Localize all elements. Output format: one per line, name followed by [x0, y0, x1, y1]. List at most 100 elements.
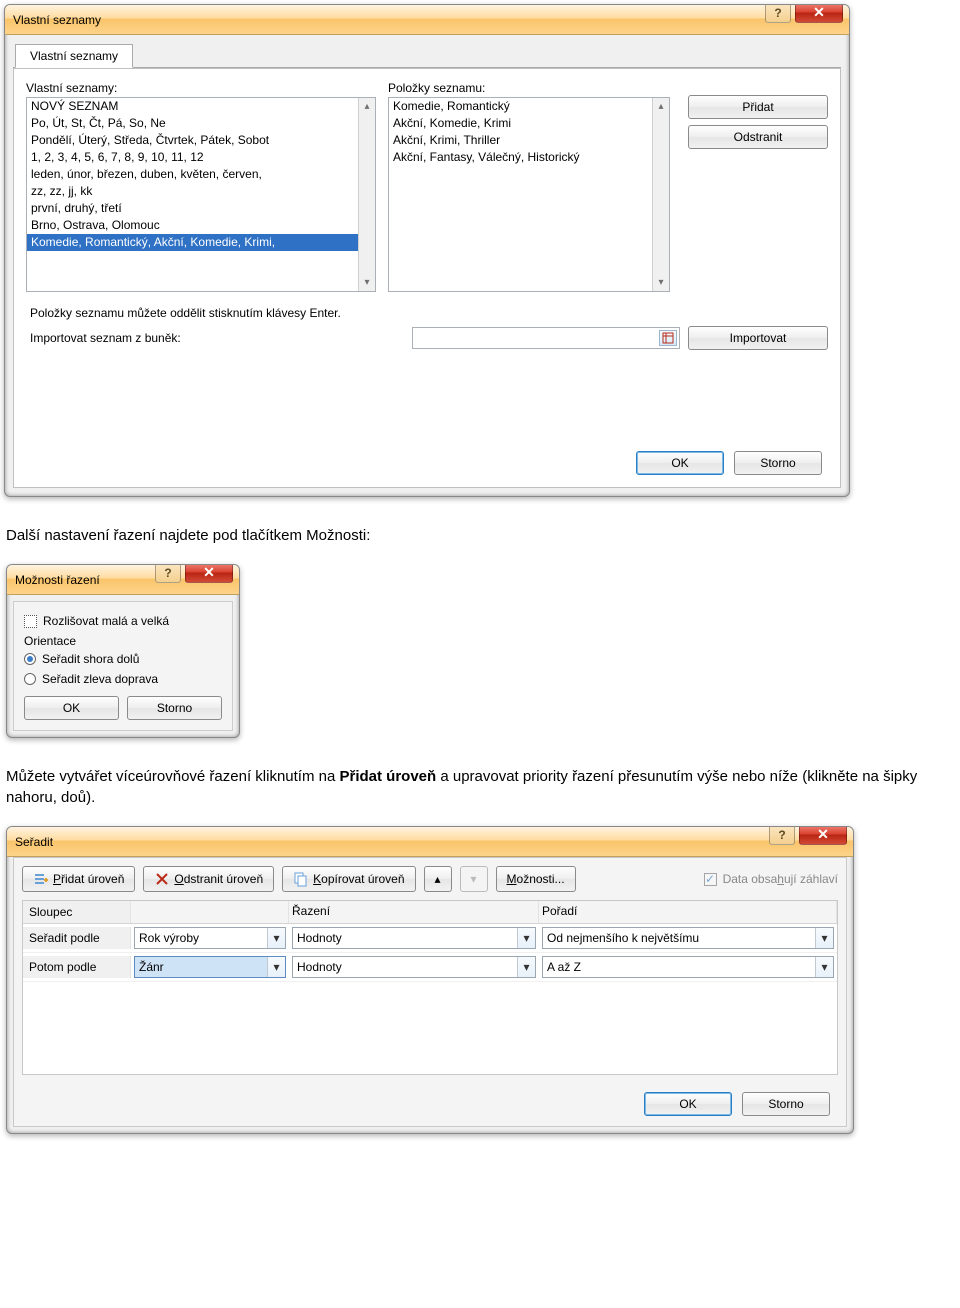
- options-button[interactable]: Možnosti...: [496, 866, 576, 892]
- button-label: OK: [63, 701, 80, 715]
- case-sensitive-checkbox[interactable]: Rozlišovat malá a velká: [24, 614, 222, 628]
- dialog-title: Seřadit: [15, 835, 53, 849]
- copy-icon: [293, 871, 309, 887]
- titlebar[interactable]: Seřadit ? ✕: [7, 827, 853, 857]
- label-import: Importovat seznam z buněk:: [30, 331, 181, 345]
- list-item[interactable]: 1, 2, 3, 4, 5, 6, 7, 8, 9, 10, 11, 12: [27, 149, 375, 166]
- add-button[interactable]: Přidat: [688, 95, 828, 119]
- titlebar[interactable]: Možnosti řazení ? ✕: [7, 565, 239, 595]
- add-level-button[interactable]: Přidat úroveň: [22, 866, 135, 892]
- chevron-down-icon: ▾: [267, 928, 285, 948]
- scrollbar[interactable]: ▴ ▾: [358, 98, 375, 291]
- copy-level-button[interactable]: Kopírovat úroveň: [282, 866, 415, 892]
- scroll-up-icon[interactable]: ▴: [359, 98, 375, 115]
- radio-label: Seřadit zleva doprava: [42, 672, 158, 686]
- custom-lists-listbox[interactable]: NOVÝ SEZNAMPo, Út, St, Čt, Pá, So, NePon…: [26, 97, 376, 292]
- button-label: Kopírovat úroveň: [313, 872, 404, 886]
- label-list-entries: Položky seznamu:: [388, 81, 670, 95]
- list-item[interactable]: zz, zz, jj, kk: [27, 183, 375, 200]
- remove-button[interactable]: Odstranit: [688, 125, 828, 149]
- row-label: Potom podle: [23, 956, 131, 978]
- import-range-input[interactable]: [412, 327, 680, 349]
- table-row: Seřadit podleRok výroby▾Hodnoty▾Od nejme…: [23, 924, 837, 953]
- list-item[interactable]: NOVÝ SEZNAM: [27, 98, 375, 115]
- body-text-2: Můžete vytvářet víceúrovňové řazení klik…: [6, 766, 954, 808]
- dialog-title: Možnosti řazení: [15, 573, 100, 587]
- chevron-down-icon: ▾: [815, 928, 833, 948]
- radio-label: Seřadit shora dolů: [42, 652, 139, 666]
- cancel-button[interactable]: Storno: [734, 451, 822, 475]
- button-label: OK: [671, 456, 688, 470]
- data-has-headers-checkbox[interactable]: ✓ Data obsahují záhlaví: [704, 872, 838, 886]
- list-item[interactable]: Komedie, Romantický, Akční, Komedie, Kri…: [27, 234, 375, 251]
- chevron-down-icon: ▾: [267, 957, 285, 977]
- checkbox-box: [24, 615, 37, 628]
- order-select[interactable]: A až Z▾: [542, 956, 834, 978]
- scrollbar[interactable]: ▴ ▾: [652, 98, 669, 291]
- ok-button[interactable]: OK: [644, 1092, 732, 1116]
- button-label: Storno: [760, 456, 795, 470]
- sort-levels-grid: Sloupec Řazení Pořadí Seřadit podleRok v…: [22, 900, 838, 1075]
- range-picker-icon[interactable]: [659, 330, 677, 346]
- combo-value: Od nejmenšího k největšímu: [547, 931, 699, 945]
- body-text-1: Další nastavení řazení najdete pod tlačí…: [6, 525, 954, 546]
- ok-button[interactable]: OK: [636, 451, 724, 475]
- order-select[interactable]: Od nejmenšího k největšímu ▾: [542, 927, 834, 949]
- chevron-down-icon: ▾: [815, 957, 833, 977]
- list-item[interactable]: Brno, Ostrava, Olomouc: [27, 217, 375, 234]
- list-item[interactable]: Pondělí, Úterý, Středa, Čtvrtek, Pátek, …: [27, 132, 375, 149]
- column-select[interactable]: Žánr▾: [134, 956, 286, 978]
- add-level-icon: [33, 871, 49, 887]
- close-icon[interactable]: ✕: [185, 564, 233, 583]
- button-label: Importovat: [730, 331, 787, 345]
- list-item[interactable]: Akční, Fantasy, Válečný, Historický: [389, 149, 669, 166]
- chevron-down-icon: ▾: [517, 957, 535, 977]
- checkbox-box: ✓: [704, 873, 717, 886]
- ok-button[interactable]: OK: [24, 696, 119, 720]
- list-item[interactable]: Komedie, Romantický: [389, 98, 669, 115]
- button-label: Odstranit úroveň: [174, 872, 263, 886]
- checkbox-label: Data obsahují záhlaví: [723, 872, 838, 886]
- chevron-down-icon: ▾: [517, 928, 535, 948]
- checkbox-label: Rozlišovat malá a velká: [43, 614, 169, 628]
- list-item[interactable]: Po, Út, St, Čt, Pá, So, Ne: [27, 115, 375, 132]
- move-up-button[interactable]: ▴: [424, 866, 452, 892]
- sort-on-select[interactable]: Hodnoty▾: [292, 927, 536, 949]
- chevron-down-icon: ▾: [471, 872, 477, 886]
- close-icon[interactable]: ✕: [799, 826, 847, 845]
- button-label: OK: [679, 1097, 696, 1111]
- button-label: Odstranit: [734, 130, 783, 144]
- sort-options-dialog: Možnosti řazení ? ✕ Rozlišovat malá a ve…: [6, 564, 240, 738]
- column-select[interactable]: Rok výroby▾: [134, 927, 286, 949]
- radio-sort-left-right[interactable]: Seřadit zleva doprava: [24, 672, 222, 686]
- move-down-button[interactable]: ▾: [460, 866, 488, 892]
- sort-on-select[interactable]: Hodnoty ▾: [292, 956, 536, 978]
- scroll-down-icon[interactable]: ▾: [359, 274, 375, 291]
- radio-sort-top-down[interactable]: Seřadit shora dolů: [24, 652, 222, 666]
- label-custom-lists: Vlastní seznamy:: [26, 81, 376, 95]
- list-entries-box[interactable]: Komedie, RomantickýAkční, Komedie, Krimi…: [388, 97, 670, 292]
- delete-level-button[interactable]: Odstranit úroveň: [143, 866, 274, 892]
- list-item[interactable]: první, druhý, třetí: [27, 200, 375, 217]
- button-label: Přidat: [742, 100, 773, 114]
- scroll-up-icon[interactable]: ▴: [653, 98, 669, 115]
- tab-custom-lists[interactable]: Vlastní seznamy: [15, 44, 133, 68]
- help-icon[interactable]: ?: [769, 826, 795, 845]
- grid-header-sort: Řazení: [289, 901, 539, 923]
- import-button[interactable]: Importovat: [688, 326, 828, 350]
- sort-dialog: Seřadit ? ✕ Přidat úroveň Odstranit úrov…: [6, 826, 854, 1134]
- help-icon[interactable]: ?: [765, 4, 791, 23]
- list-item[interactable]: Akční, Krimi, Thriller: [389, 132, 669, 149]
- list-item[interactable]: leden, únor, březen, duben, květen, červ…: [27, 166, 375, 183]
- cancel-button[interactable]: Storno: [127, 696, 222, 720]
- help-icon[interactable]: ?: [155, 564, 181, 583]
- close-icon[interactable]: ✕: [795, 4, 843, 23]
- titlebar[interactable]: Vlastní seznamy ? ✕: [5, 5, 849, 35]
- scroll-down-icon[interactable]: ▾: [653, 274, 669, 291]
- table-row: Potom podleŽánr▾Hodnoty▾A až Z▾: [23, 953, 837, 982]
- cancel-button[interactable]: Storno: [742, 1092, 830, 1116]
- custom-lists-dialog: Vlastní seznamy ? ✕ Vlastní seznamy Vlas…: [4, 4, 850, 497]
- button-label: Storno: [768, 1097, 803, 1111]
- combo-value: Hodnoty: [297, 960, 342, 974]
- list-item[interactable]: Akční, Komedie, Krimi: [389, 115, 669, 132]
